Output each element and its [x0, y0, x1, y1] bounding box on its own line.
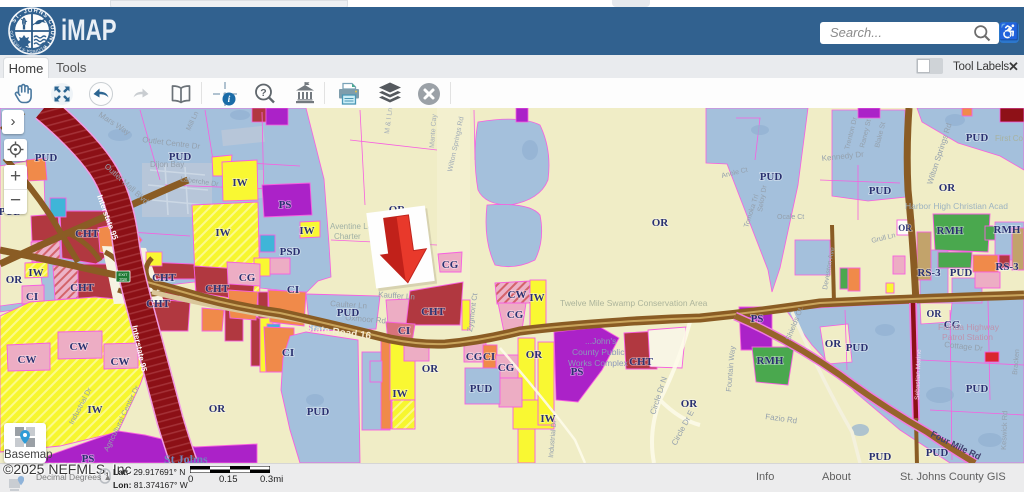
svg-text:OR: OR	[209, 403, 227, 415]
svg-text:CI: CI	[483, 351, 495, 363]
svg-text:OR: OR	[927, 309, 943, 320]
svg-text:RMH: RMH	[937, 225, 964, 237]
svg-text:CG: CG	[507, 309, 524, 321]
svg-text:PUD: PUD	[760, 171, 783, 183]
svg-text:St Johns: St Johns	[164, 452, 208, 463]
svg-text:?: ?	[260, 87, 266, 99]
svg-text:IW: IW	[28, 267, 43, 279]
svg-text:IW: IW	[87, 404, 102, 416]
svg-text:RS-3: RS-3	[917, 267, 941, 279]
svg-text:CG: CG	[239, 272, 256, 284]
svg-text:CW: CW	[18, 354, 37, 366]
svg-text:CI: CI	[287, 284, 299, 296]
svg-text:PUD: PUD	[966, 383, 989, 395]
svg-text:First Co: First Co	[995, 134, 1024, 143]
svg-text:CHT: CHT	[205, 283, 230, 295]
svg-text:CG: CG	[498, 362, 515, 374]
svg-text:i: i	[228, 95, 231, 105]
svg-text:PUD: PUD	[869, 185, 892, 197]
svg-text:OR: OR	[898, 223, 912, 233]
svg-text:County Public: County Public	[572, 347, 625, 357]
svg-text:CHT: CHT	[152, 272, 177, 284]
svg-text:OR: OR	[825, 338, 843, 350]
svg-text:Works Complex: Works Complex	[568, 358, 629, 368]
svg-text:PS: PS	[751, 313, 764, 325]
svg-text:PUD: PUD	[966, 132, 989, 144]
svg-text:OR: OR	[939, 182, 957, 194]
svg-text:PS: PS	[279, 199, 292, 211]
svg-text:PUD: PUD	[926, 447, 949, 459]
svg-text:Florida Highway: Florida Highway	[938, 322, 1000, 332]
svg-text:PUD: PUD	[470, 383, 493, 395]
svg-text:Twelve Mile Swamp Conservation: Twelve Mile Swamp Conservation Area	[560, 298, 708, 308]
svg-text:CHT: CHT	[629, 356, 654, 368]
svg-text:RS-3: RS-3	[995, 261, 1019, 273]
svg-text:Patrol Station: Patrol Station	[942, 332, 993, 342]
svg-text:...John's: ...John's	[585, 336, 616, 346]
svg-text:IW: IW	[540, 413, 555, 425]
svg-text:PUD: PUD	[950, 267, 973, 279]
svg-text:PUD: PUD	[307, 406, 330, 418]
svg-text:RMH: RMH	[994, 224, 1021, 236]
svg-text:PUD: PUD	[869, 451, 892, 463]
svg-text:CHT: CHT	[75, 228, 100, 240]
svg-text:CHT: CHT	[421, 306, 446, 318]
svg-text:PUD: PUD	[846, 342, 869, 354]
svg-text:IW: IW	[232, 177, 247, 189]
svg-text:CHT: CHT	[70, 282, 95, 294]
svg-text:OR: OR	[526, 349, 544, 361]
svg-text:RMH: RMH	[757, 355, 784, 367]
svg-text:PUD: PUD	[169, 151, 192, 163]
svg-text:PUD: PUD	[337, 307, 360, 319]
svg-text:IW: IW	[529, 292, 544, 304]
svg-text:IW: IW	[215, 227, 230, 239]
svg-text:318: 318	[119, 277, 127, 282]
svg-text:Harbor High Christian Acad: Harbor High Christian Acad	[905, 201, 1008, 211]
svg-text:CI: CI	[398, 325, 410, 337]
svg-text:CW: CW	[70, 341, 89, 353]
svg-text:Keswick Rd: Keswick Rd	[999, 411, 1009, 450]
svg-text:OR: OR	[422, 363, 440, 375]
svg-text:PUD: PUD	[35, 152, 58, 164]
svg-text:CI: CI	[26, 291, 38, 303]
svg-text:CI: CI	[282, 347, 294, 359]
svg-text:CG: CG	[442, 259, 459, 271]
svg-text:CHT: CHT	[146, 298, 171, 310]
svg-text:IW: IW	[392, 388, 407, 400]
svg-text:CW: CW	[508, 289, 527, 301]
svg-text:OR: OR	[681, 398, 699, 410]
svg-text:OR: OR	[6, 274, 24, 286]
svg-text:CG: CG	[466, 351, 483, 363]
svg-text:PSD: PSD	[280, 246, 301, 258]
svg-text:IW: IW	[299, 225, 314, 237]
svg-text:OR: OR	[652, 217, 670, 229]
svg-text:Ocale Ct: Ocale Ct	[777, 214, 804, 221]
svg-text:CW: CW	[111, 356, 130, 368]
svg-text:Charter: Charter	[334, 232, 361, 241]
